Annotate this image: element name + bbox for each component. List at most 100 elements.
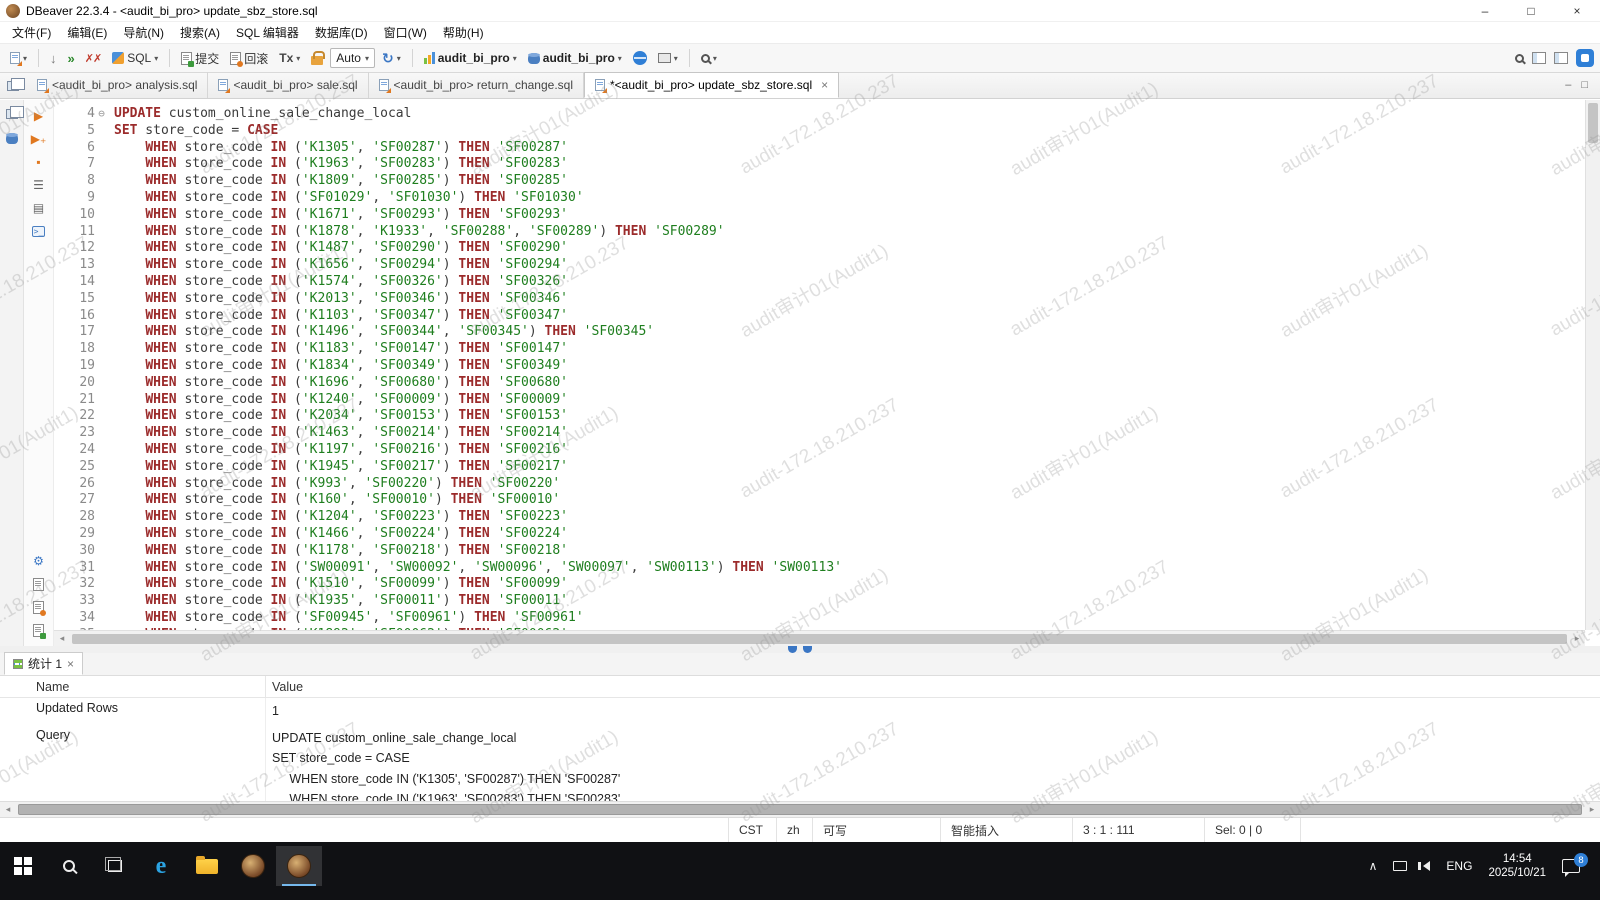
table-row[interactable]: Updated Rows1	[0, 698, 1600, 725]
execute-script-icon[interactable]: ▪	[30, 154, 48, 170]
start-button[interactable]	[0, 846, 46, 886]
menu-item[interactable]: 文件(F)	[4, 21, 59, 44]
tab-close-icon[interactable]: ×	[67, 657, 74, 671]
file-explorer-button[interactable]	[184, 846, 230, 886]
commit-button[interactable]: 提交	[177, 48, 223, 69]
cancel-queries-button[interactable]: ✗✗	[81, 50, 105, 67]
menu-item[interactable]: 窗口(W)	[376, 21, 435, 44]
table-row[interactable]: QueryUPDATE custom_online_sale_change_lo…	[0, 725, 1600, 802]
search-dropdown[interactable]: ▾	[697, 52, 721, 65]
tray-expand-icon[interactable]: ∧	[1369, 859, 1378, 873]
menu-item[interactable]: 编辑(E)	[59, 21, 115, 44]
database-navigator-icon[interactable]	[3, 130, 21, 146]
vertical-scroll-thumb[interactable]	[1588, 103, 1598, 143]
commit-mode-combo[interactable]: Auto ▾	[330, 48, 375, 68]
maximize-button[interactable]: □	[1508, 0, 1554, 21]
task-view-button[interactable]	[92, 846, 138, 886]
restore-panel-icon[interactable]	[7, 81, 19, 91]
explain-plan-icon[interactable]: ☰	[30, 177, 48, 193]
minimize-editor-icon[interactable]: –	[1565, 79, 1571, 91]
editor-tab[interactable]: *<audit_bi_pro> update_sbz_store.sql×	[584, 72, 839, 98]
notification-center-button[interactable]: 8	[1562, 859, 1580, 873]
line-number: 12	[54, 240, 108, 257]
export-grid-icon[interactable]	[30, 622, 48, 638]
rollback-button[interactable]: 回滚	[226, 48, 272, 69]
sash-collapse-icon[interactable]	[788, 646, 797, 653]
taskbar-clock[interactable]: 14:54 2025/10/21	[1488, 852, 1546, 880]
export-device-dropdown[interactable]: ▾	[654, 51, 682, 65]
scroll-right-icon[interactable]: ▸	[1569, 633, 1585, 644]
input-language[interactable]: ENG	[1446, 859, 1472, 873]
stat-value-line: UPDATE custom_online_sale_change_local	[272, 728, 1600, 749]
database-icon	[528, 53, 540, 64]
connection-selector[interactable]: audit_bi_pro ▾	[420, 49, 521, 67]
line-number: 22	[54, 408, 108, 425]
close-button[interactable]: ×	[1554, 0, 1600, 21]
tablet-mode-icon[interactable]	[1393, 861, 1407, 871]
sql-mode-dropdown[interactable]: SQL ▾	[108, 49, 162, 67]
export-file-icon[interactable]	[30, 576, 48, 592]
tab-close-icon[interactable]: ×	[821, 78, 828, 92]
menu-item[interactable]: 数据库(D)	[307, 21, 376, 44]
readonly-lock-button[interactable]	[307, 49, 327, 67]
execute-new-tab-icon[interactable]: ▶₊	[30, 131, 48, 147]
fetch-button[interactable]: ↓	[46, 49, 61, 68]
stat-value-cell: UPDATE custom_online_sale_change_localSE…	[265, 725, 1600, 802]
scroll-left-icon[interactable]: ◂	[54, 633, 70, 644]
sash-expand-icon[interactable]	[803, 646, 812, 653]
scroll-right-icon[interactable]: ▸	[1584, 804, 1600, 815]
volume-icon[interactable]	[1423, 861, 1430, 871]
minimize-button[interactable]: –	[1462, 0, 1508, 21]
chevron-down-icon: ▾	[154, 54, 158, 63]
new-sql-editor-button[interactable]: ▾	[6, 50, 31, 66]
statistics-tab[interactable]: 统计 1 ×	[4, 652, 83, 675]
refresh-dropdown[interactable]: ↻ ▾	[378, 48, 405, 69]
perspective-icon-1[interactable]	[1532, 52, 1546, 64]
results-horizontal-scrollbar[interactable]: ◂ ▸	[0, 801, 1600, 817]
network-button[interactable]	[629, 49, 651, 67]
quick-search-icon[interactable]	[1515, 54, 1524, 63]
taskbar-search-button[interactable]	[46, 846, 92, 886]
perspective-icon-2[interactable]	[1554, 52, 1568, 64]
fold-spacer	[95, 509, 108, 526]
menu-item[interactable]: SQL 编辑器	[228, 21, 307, 44]
results-scroll-thumb[interactable]	[18, 804, 1582, 815]
query-log-icon[interactable]: ▤	[30, 200, 48, 216]
fold-spacer	[95, 543, 108, 560]
code-area[interactable]: UPDATE custom_online_sale_change_localSE…	[108, 100, 1600, 646]
line-number: 20	[54, 375, 108, 392]
open-console-icon[interactable]: >_	[30, 223, 48, 239]
name-column-header[interactable]: Name	[0, 680, 265, 694]
execute-statement-icon[interactable]: ▶	[30, 108, 48, 124]
vertical-scrollbar[interactable]	[1585, 100, 1600, 630]
menu-item[interactable]: 导航(N)	[115, 21, 172, 44]
execute-all-button[interactable]: »	[64, 49, 78, 68]
edge-browser-button[interactable]: e	[138, 846, 184, 886]
settings-gear-icon[interactable]: ⚙	[30, 553, 48, 569]
dbeaver-pro-icon[interactable]	[1576, 49, 1594, 67]
scroll-left-icon[interactable]: ◂	[0, 804, 16, 815]
transaction-mode-dropdown[interactable]: Tx ▾	[275, 49, 304, 67]
menu-item[interactable]: 帮助(H)	[435, 21, 492, 44]
sql-editor[interactable]: 4⊖56789101112131415161718192021222324252…	[54, 100, 1600, 646]
horizontal-scrollbar[interactable]: ◂ ▸	[54, 630, 1585, 646]
dbeaver-pinned-button[interactable]	[230, 846, 276, 886]
dbeaver-running-button[interactable]	[276, 846, 322, 886]
doc-grid-icon	[33, 624, 44, 637]
fold-spacer	[95, 375, 108, 392]
restore-view-icon[interactable]	[3, 106, 21, 122]
tab-label: <audit_bi_pro> analysis.sql	[52, 78, 197, 92]
editor-tab[interactable]: <audit_bi_pro> analysis.sql	[27, 72, 208, 98]
editor-tab[interactable]: <audit_bi_pro> return_change.sql	[369, 72, 584, 98]
search-icon	[701, 54, 710, 63]
line-number: 9	[54, 190, 108, 207]
panel-sash[interactable]	[0, 646, 1600, 653]
maximize-editor-icon[interactable]: □	[1581, 79, 1588, 91]
editor-tab[interactable]: <audit_bi_pro> sale.sql	[208, 72, 368, 98]
horizontal-scroll-thumb[interactable]	[72, 634, 1567, 644]
rollback-icon	[230, 52, 241, 65]
value-column-header[interactable]: Value	[265, 676, 1600, 697]
save-report-icon[interactable]	[30, 599, 48, 615]
database-selector[interactable]: audit_bi_pro ▾	[524, 49, 626, 67]
menu-item[interactable]: 搜索(A)	[172, 21, 228, 44]
